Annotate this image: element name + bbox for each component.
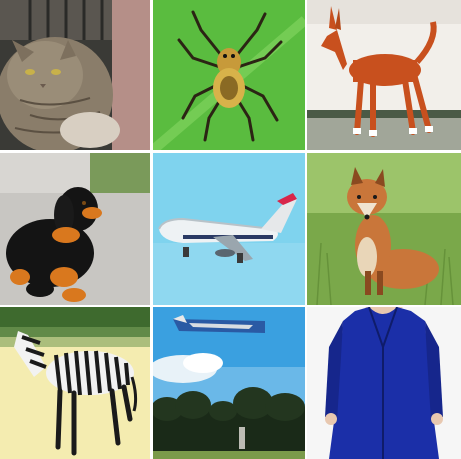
cat-image — [0, 0, 150, 150]
image-grid — [0, 0, 461, 459]
airplane-over-trees-image — [153, 307, 305, 459]
zebra-image — [0, 307, 150, 459]
dog-image — [307, 0, 461, 150]
puppy-image — [0, 153, 150, 305]
blue-coat-image — [307, 307, 461, 459]
fox-image — [307, 153, 461, 305]
airplane-image — [153, 153, 305, 305]
spider-image — [153, 0, 305, 150]
